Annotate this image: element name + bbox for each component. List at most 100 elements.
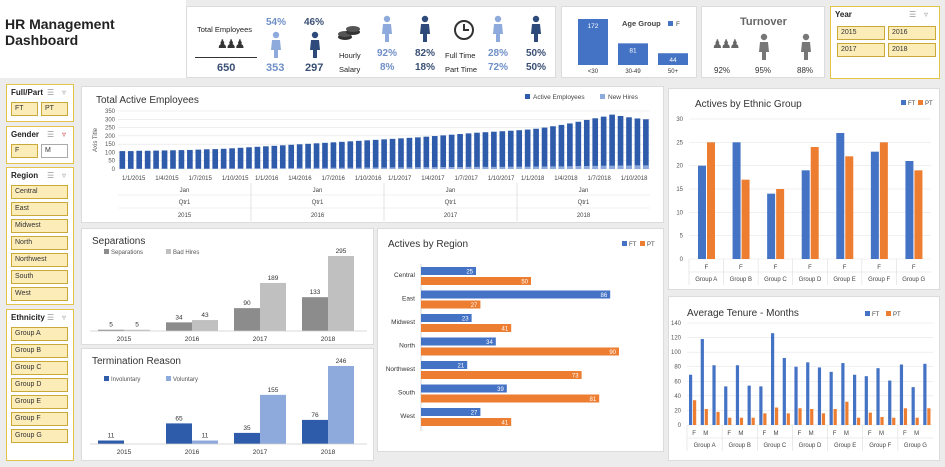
bar-active bbox=[229, 148, 235, 169]
multiselect-icon[interactable]: ☰ bbox=[47, 88, 54, 97]
bar-ft bbox=[923, 364, 926, 425]
bar-newhire bbox=[449, 167, 455, 169]
y-tick-label: 0 bbox=[112, 167, 116, 173]
multiselect-icon[interactable]: ☰ bbox=[909, 10, 916, 19]
slicer-year-2016[interactable]: 2016 bbox=[888, 26, 936, 40]
sub-label: F bbox=[808, 265, 812, 271]
bar-newhire bbox=[550, 166, 556, 169]
slicer-ethnicity-group-d[interactable]: Group D bbox=[11, 378, 68, 392]
separations-chart: SeparationsSeparationsBad Hires552015344… bbox=[82, 229, 375, 346]
bar-pt bbox=[740, 418, 743, 425]
y-tick-label: 80 bbox=[674, 365, 681, 371]
slicer-region-northwest[interactable]: Northwest bbox=[11, 253, 68, 267]
slicer-region-east[interactable]: East bbox=[11, 202, 68, 216]
clear-filter-icon[interactable]: ▿ bbox=[62, 88, 66, 97]
bar-pt bbox=[927, 408, 930, 425]
clear-filter-icon[interactable]: ▿ bbox=[62, 130, 66, 139]
bar-active bbox=[246, 147, 252, 169]
bar-active bbox=[449, 135, 455, 169]
category-label: 2018 bbox=[321, 449, 336, 456]
slicer-ethnicity-group-e[interactable]: Group E bbox=[11, 395, 68, 409]
slicer-region-south[interactable]: South bbox=[11, 270, 68, 284]
slicer-region-midwest[interactable]: Midwest bbox=[11, 219, 68, 233]
slicer-ethnicity-group-a[interactable]: Group A bbox=[11, 327, 68, 341]
y-tick-label: 200 bbox=[105, 134, 116, 140]
category-label: West bbox=[400, 413, 415, 420]
bar-active bbox=[288, 145, 294, 169]
clear-filter-icon[interactable]: ▿ bbox=[62, 171, 66, 180]
chart-title: Actives by Ethnic Group bbox=[695, 99, 802, 110]
bar-ft bbox=[736, 365, 739, 425]
legend-swatch-ft bbox=[865, 311, 870, 316]
slicer-male[interactable]: M bbox=[41, 144, 68, 158]
slicer-region-west[interactable]: West bbox=[11, 287, 68, 301]
legend-label-newhires: New Hires bbox=[608, 94, 639, 101]
bar bbox=[328, 256, 354, 331]
slicer-ethnicity-group-g[interactable]: Group G bbox=[11, 429, 68, 443]
slicer-year-2015[interactable]: 2015 bbox=[837, 26, 885, 40]
category-label: Group E bbox=[833, 277, 855, 283]
female-icon bbox=[269, 31, 283, 59]
bar-newhire bbox=[356, 168, 362, 169]
legend-label-ft: FT bbox=[872, 312, 880, 318]
region-slicer: Region ☰ ▿ CentralEastMidwestNorthNorthw… bbox=[6, 167, 74, 305]
bar bbox=[260, 395, 286, 444]
legend-label-pt: PT bbox=[893, 312, 901, 318]
legend-label-pt: PT bbox=[647, 242, 655, 248]
bar-newhire bbox=[508, 167, 514, 169]
sub-label: F bbox=[798, 431, 802, 437]
x-tick-label: 1/10/2018 bbox=[621, 176, 648, 182]
bar-active bbox=[457, 134, 463, 169]
clear-filter-icon[interactable]: ▿ bbox=[62, 313, 66, 322]
year-label: 2017 bbox=[444, 213, 458, 219]
bar bbox=[880, 142, 888, 259]
turnover-total: 92% bbox=[714, 66, 730, 75]
bar-newhire bbox=[238, 168, 244, 169]
slicer-pt[interactable]: PT bbox=[41, 102, 68, 116]
legend-swatch bbox=[104, 376, 109, 381]
slicer-ethnicity-group-c[interactable]: Group C bbox=[11, 361, 68, 375]
bar-newhire bbox=[322, 168, 328, 169]
multiselect-icon[interactable]: ☰ bbox=[47, 313, 54, 322]
multiselect-icon[interactable]: ☰ bbox=[47, 130, 54, 139]
bar bbox=[905, 161, 913, 259]
data-label: 43 bbox=[201, 312, 209, 319]
slicer-ethnicity-group-f[interactable]: Group F bbox=[11, 412, 68, 426]
dashboard-title: HR Management Dashboard bbox=[5, 16, 186, 48]
bar-newhire bbox=[516, 167, 522, 169]
female-pct: 54% bbox=[266, 17, 286, 28]
bar bbox=[914, 170, 922, 259]
bar bbox=[802, 170, 810, 259]
bar-pt bbox=[752, 418, 755, 425]
category-label: 2015 bbox=[117, 449, 132, 456]
bar-pt bbox=[421, 277, 531, 285]
slicer-year-2017[interactable]: 2017 bbox=[837, 43, 885, 57]
slicer-year-2018[interactable]: 2018 bbox=[888, 43, 936, 57]
slicer-female[interactable]: F bbox=[11, 144, 38, 158]
bar-ft bbox=[421, 338, 496, 346]
legend-swatch-active bbox=[525, 94, 530, 99]
bar-pt bbox=[787, 413, 790, 425]
slicer-region-north[interactable]: North bbox=[11, 236, 68, 250]
bar-active bbox=[542, 128, 548, 169]
bar bbox=[836, 133, 844, 259]
slicer-ethnicity-group-b[interactable]: Group B bbox=[11, 344, 68, 358]
multiselect-icon[interactable]: ☰ bbox=[47, 171, 54, 180]
slicer-region-central[interactable]: Central bbox=[11, 185, 68, 199]
slicer-ft[interactable]: FT bbox=[11, 102, 38, 116]
bar-active bbox=[136, 151, 142, 169]
y-tick-label: 5 bbox=[680, 234, 684, 240]
data-label: 11 bbox=[108, 433, 115, 440]
year-slicer-label: Year bbox=[835, 10, 852, 19]
clear-filter-icon[interactable]: ▿ bbox=[924, 10, 928, 19]
x-tick-label: 1/7/2018 bbox=[588, 176, 612, 182]
turnover-panel: Turnover ♟♟♟ 92% 95% 88% bbox=[701, 6, 825, 78]
male-count: 297 bbox=[305, 62, 323, 74]
bar-active bbox=[559, 125, 565, 169]
bar-newhire bbox=[280, 168, 286, 169]
bar-pt bbox=[857, 418, 860, 425]
x-tick-label: 1/4/2018 bbox=[554, 176, 578, 182]
bar bbox=[328, 366, 354, 444]
bar-ft bbox=[421, 385, 507, 393]
bar-pt bbox=[892, 418, 895, 425]
